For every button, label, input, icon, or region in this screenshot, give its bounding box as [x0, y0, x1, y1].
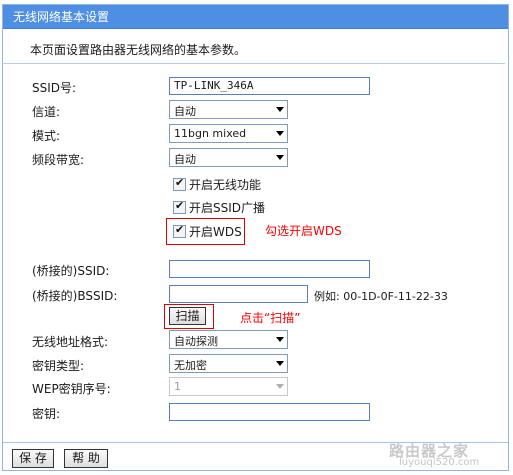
check-icon: ✔	[175, 223, 185, 236]
enable-wds-label: 开启WDS	[189, 225, 242, 239]
chevron-down-icon	[276, 384, 284, 389]
wep-index-value: 1	[174, 380, 181, 393]
mode-label: 模式:	[32, 129, 61, 143]
bssid-example-text: 例如: 00-1D-0F-11-22-33	[314, 290, 448, 303]
bridged-ssid-label: (桥接的)SSID:	[32, 264, 110, 278]
addr-format-label: 无线地址格式:	[32, 335, 109, 349]
page-title: 无线网络基本设置	[13, 10, 110, 24]
bridged-bssid-input[interactable]	[169, 285, 308, 303]
key-type-select[interactable]: 无加密	[169, 354, 288, 373]
mode-value: 11bgn mixed	[174, 127, 247, 140]
wep-index-select[interactable]: 1	[169, 377, 288, 396]
key-type-value: 无加密	[174, 359, 207, 372]
wep-index-label: WEP密钥序号:	[32, 382, 111, 396]
chevron-down-icon	[276, 361, 284, 366]
settings-panel: 无线网络基本设置	[2, 4, 509, 471]
page-description: 本页面设置路由器无线网络的基本参数。	[30, 43, 247, 57]
ssid-input[interactable]: TP-LINK_346A	[169, 77, 370, 95]
mode-select[interactable]: 11bgn mixed	[169, 124, 288, 143]
key-label: 密钥:	[32, 407, 61, 421]
bandwidth-select[interactable]: 自动	[169, 148, 288, 167]
wds-annotation: 勾选开启WDS	[265, 224, 342, 238]
channel-select[interactable]: 自动	[169, 100, 288, 119]
channel-value: 自动	[174, 105, 196, 118]
bridged-ssid-input[interactable]	[169, 260, 370, 278]
scan-annotation: 点击“扫描”	[240, 311, 301, 325]
ssid-label: SSID号:	[32, 81, 77, 95]
bandwidth-value: 自动	[174, 153, 196, 166]
chevron-down-icon	[276, 155, 284, 160]
save-button[interactable]: 保 存	[12, 449, 54, 468]
key-input[interactable]	[169, 403, 370, 421]
channel-label: 信道:	[32, 105, 61, 119]
addr-format-select[interactable]: 自动探测	[169, 330, 288, 349]
checkbox-box[interactable]: ✔	[173, 176, 186, 191]
addr-format-value: 自动探测	[174, 335, 218, 348]
checkbox-box[interactable]: ✔	[173, 223, 186, 238]
chevron-down-icon	[276, 131, 284, 136]
bandwidth-label: 频段带宽:	[32, 153, 85, 167]
check-icon: ✔	[175, 199, 185, 212]
ssid-value: TP-LINK_346A	[174, 79, 254, 92]
chevron-down-icon	[276, 107, 284, 112]
enable-wireless-label: 开启无线功能	[189, 178, 262, 192]
chevron-down-icon	[276, 337, 284, 342]
enable-ssid-broadcast-label: 开启SSID广播	[189, 201, 266, 215]
divider-top	[2, 63, 505, 64]
watermark-url: luyouqi520.com	[399, 457, 480, 468]
checkbox-box[interactable]: ✔	[173, 199, 186, 214]
check-icon: ✔	[175, 176, 185, 189]
scan-button[interactable]: 扫描	[169, 307, 206, 325]
bridged-bssid-label: (桥接的)BSSID:	[32, 289, 118, 303]
title-bar: 无线网络基本设置	[3, 5, 508, 29]
help-button[interactable]: 帮 助	[64, 449, 108, 468]
key-type-label: 密钥类型:	[32, 359, 85, 373]
